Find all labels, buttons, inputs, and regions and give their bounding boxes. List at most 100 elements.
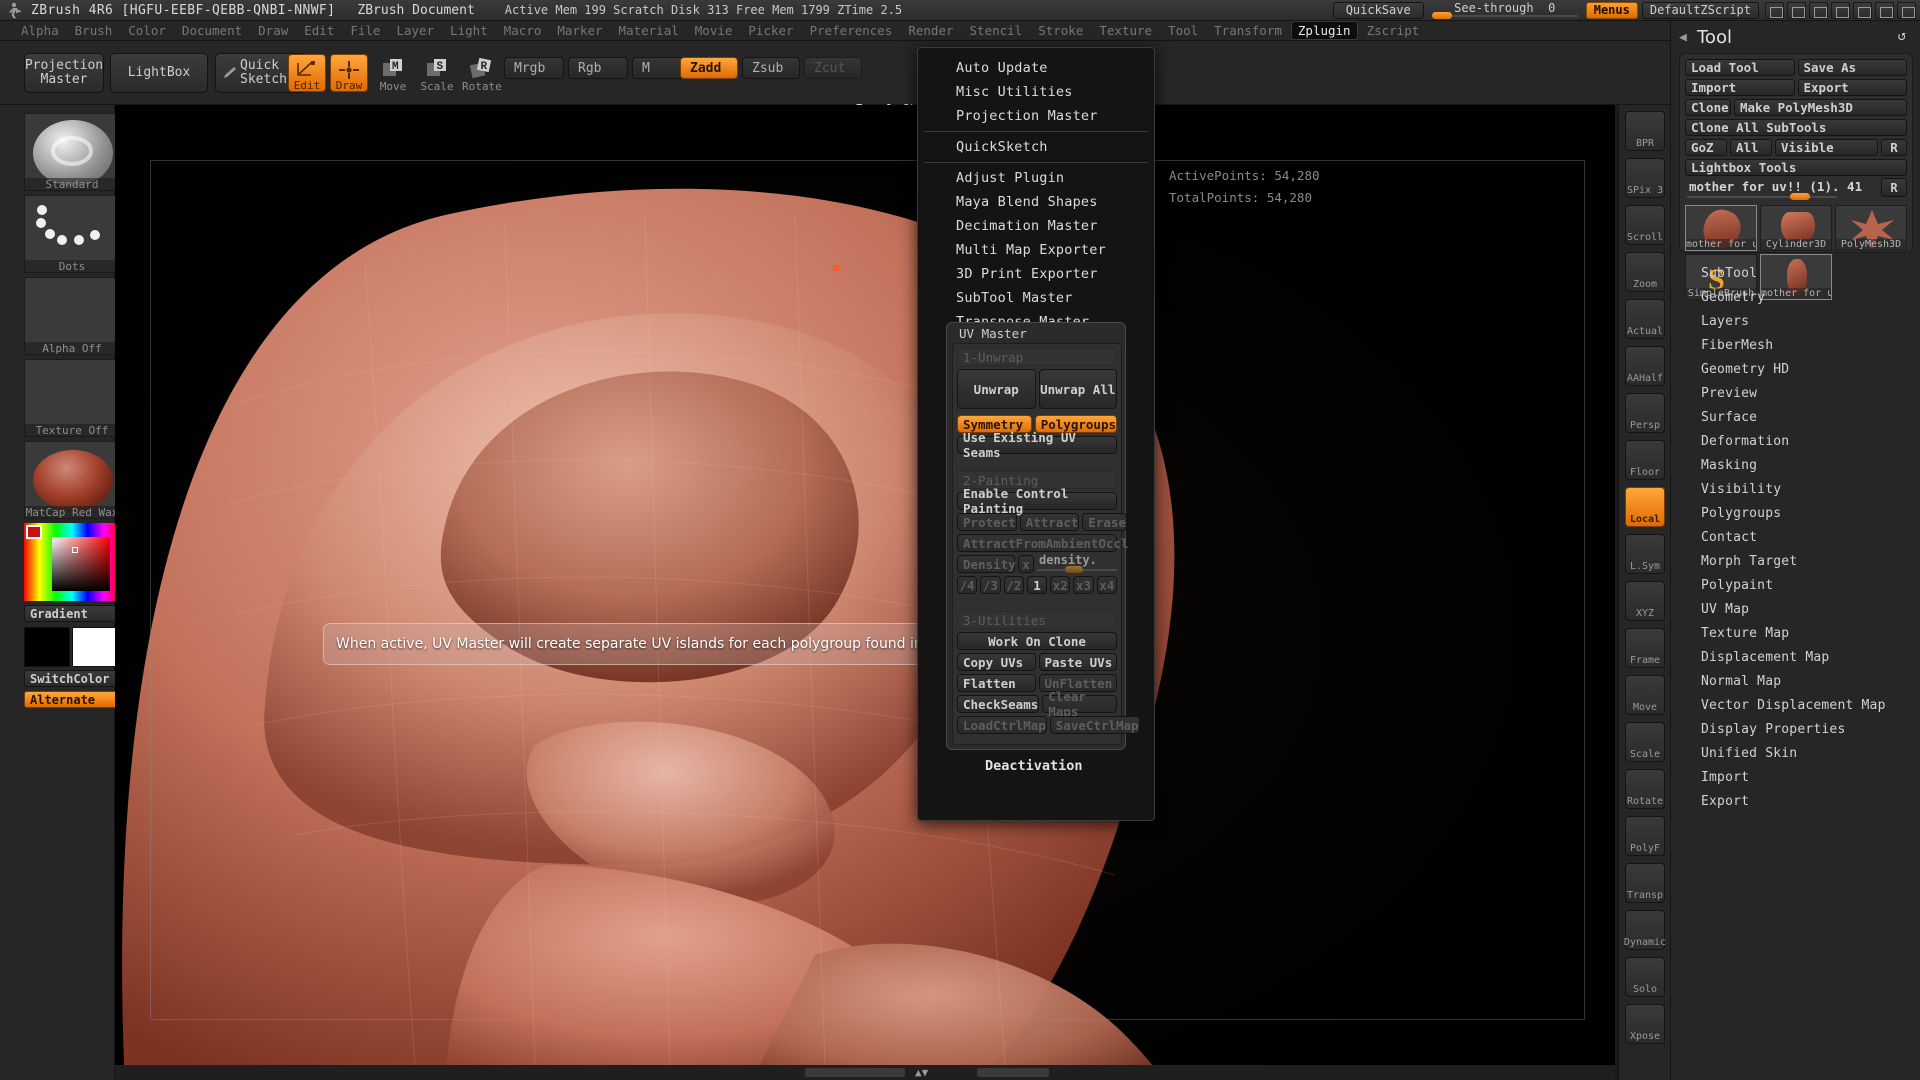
enable-control-painting-toggle[interactable]: Enable Control Painting: [957, 486, 1117, 516]
subpalette-normal-map[interactable]: Normal Map: [1671, 669, 1920, 693]
protect-button[interactable]: Protect: [957, 513, 1017, 531]
subpalette-vector-displacement-map[interactable]: Vector Displacement Map: [1671, 693, 1920, 717]
clone-all-subtools-button[interactable]: Clone All SubTools: [1685, 119, 1907, 136]
projection-master-button[interactable]: Projection Master: [24, 53, 104, 93]
draw-mode-button[interactable]: Draw: [330, 54, 368, 92]
current-tool-knob[interactable]: [1790, 193, 1810, 200]
menu-item-color[interactable]: Color: [121, 21, 173, 40]
save-as-button[interactable]: Save As: [1797, 59, 1907, 76]
brush-swatch[interactable]: Standard: [24, 113, 120, 191]
lightbox-tools-button[interactable]: Lightbox Tools: [1685, 159, 1907, 176]
color-cursor[interactable]: [72, 547, 78, 553]
material-swatch[interactable]: MatCap Red Wax: [24, 441, 120, 519]
right-shelf-transp[interactable]: Transp: [1625, 863, 1665, 903]
paste-uvs-button[interactable]: Paste UVs: [1038, 653, 1117, 671]
secondary-color-swatch[interactable]: [72, 627, 120, 667]
density-knob[interactable]: [1065, 566, 1083, 573]
zadd-button[interactable]: Zadd: [680, 57, 738, 79]
menu-item-stroke[interactable]: Stroke: [1031, 21, 1090, 40]
clone-button[interactable]: Clone: [1685, 99, 1731, 116]
zplugin-item-subtool-master[interactable]: SubTool Master: [918, 286, 1154, 310]
zsub-button[interactable]: Zsub: [742, 57, 800, 79]
export-button[interactable]: Export: [1797, 79, 1907, 96]
subpalette-export[interactable]: Export: [1671, 789, 1920, 813]
menu-item-document[interactable]: Document: [175, 21, 249, 40]
texture-swatch[interactable]: Texture Off: [24, 359, 120, 437]
menu-item-marker[interactable]: Marker: [550, 21, 609, 40]
zcut-button[interactable]: Zcut: [804, 57, 862, 79]
menu-item-picker[interactable]: Picker: [741, 21, 800, 40]
density-step-2[interactable]: /2: [1003, 576, 1024, 594]
right-shelf-spix-3[interactable]: SPix 3: [1625, 158, 1665, 198]
menu-item-tool[interactable]: Tool: [1161, 21, 1205, 40]
menu-item-preferences[interactable]: Preferences: [803, 21, 900, 40]
menu-item-layer[interactable]: Layer: [389, 21, 441, 40]
right-shelf-l-sym[interactable]: L.Sym: [1625, 534, 1665, 574]
menu-item-render[interactable]: Render: [901, 21, 960, 40]
subpalette-preview[interactable]: Preview: [1671, 381, 1920, 405]
subpalette-surface[interactable]: Surface: [1671, 405, 1920, 429]
right-shelf-aahalf[interactable]: AAHalf: [1625, 346, 1665, 386]
layout-icon-3[interactable]: [1809, 1, 1828, 19]
density-step-4[interactable]: /4: [957, 576, 978, 594]
menu-item-draw[interactable]: Draw: [251, 21, 295, 40]
right-shelf-frame[interactable]: Frame: [1625, 628, 1665, 668]
right-shelf-zoom[interactable]: Zoom: [1625, 252, 1665, 292]
right-shelf-scroll[interactable]: Scroll: [1625, 205, 1665, 245]
uv-master-panel[interactable]: UV Master 1-Unwrap Unwrap Unwrap All Sym…: [946, 322, 1140, 750]
right-shelf-xpose[interactable]: Xpose: [1625, 1004, 1665, 1044]
import-button[interactable]: Import: [1685, 79, 1795, 96]
right-shelf-solo[interactable]: Solo: [1625, 957, 1665, 997]
goz-button[interactable]: GoZ: [1685, 139, 1727, 156]
density-slider[interactable]: density.: [1037, 553, 1117, 573]
right-shelf-xyz[interactable]: XYZ: [1625, 581, 1665, 621]
horizontal-scrollbar[interactable]: ▲▼: [115, 1065, 1615, 1080]
right-shelf-actual[interactable]: Actual: [1625, 299, 1665, 339]
rgb-button[interactable]: Rgb: [568, 57, 628, 79]
document-canvas[interactable]: When active, UV Master will create separ…: [115, 105, 1615, 1065]
right-shelf-local[interactable]: Local: [1625, 487, 1665, 527]
zplugin-item-3d-print-exporter[interactable]: 3D Print Exporter: [918, 262, 1154, 286]
scale-mode-button[interactable]: S Scale: [418, 54, 456, 93]
zplugin-item-maya-blend-shapes[interactable]: Maya Blend Shapes: [918, 190, 1154, 214]
main-color-swatch[interactable]: [24, 627, 70, 667]
density-step-1[interactable]: 1: [1026, 576, 1048, 594]
subpalette-contact[interactable]: Contact: [1671, 525, 1920, 549]
zplugin-item-adjust-plugin[interactable]: Adjust Plugin: [918, 166, 1154, 190]
clear-maps-button[interactable]: Clear Maps: [1042, 689, 1117, 719]
density-step-x2[interactable]: x2: [1050, 576, 1071, 594]
gradient-button[interactable]: Gradient: [24, 605, 120, 622]
right-shelf-dynamic[interactable]: Dynamic: [1624, 910, 1666, 950]
zplugin-item-decimation-master[interactable]: Decimation Master: [918, 214, 1154, 238]
subpalette-morph-target[interactable]: Morph Target: [1671, 549, 1920, 573]
menu-item-file[interactable]: File: [343, 21, 387, 40]
see-through-knob[interactable]: [1431, 11, 1452, 19]
subpalette-displacement-map[interactable]: Displacement Map: [1671, 645, 1920, 669]
menu-item-brush[interactable]: Brush: [68, 21, 120, 40]
goz-visible-button[interactable]: Visible: [1775, 139, 1878, 156]
palette-collapse-icon[interactable]: ◀: [1679, 30, 1687, 45]
subpalette-layers[interactable]: Layers: [1671, 309, 1920, 333]
layout-icon-2[interactable]: [1787, 1, 1806, 19]
refresh-icon[interactable]: ↺: [1898, 28, 1906, 44]
zplugin-item-projection-master[interactable]: Projection Master: [918, 104, 1154, 128]
subpalette-subtool[interactable]: SubTool: [1671, 261, 1920, 285]
density-step-3[interactable]: /3: [980, 576, 1001, 594]
use-existing-uv-seams-toggle[interactable]: Use Existing UV Seams: [957, 430, 1117, 460]
goz-r-button[interactable]: R: [1881, 139, 1907, 156]
tool-thumbnail[interactable]: PolyMesh3D: [1835, 205, 1907, 251]
right-shelf-persp[interactable]: Persp: [1625, 393, 1665, 433]
switch-color-button[interactable]: SwitchColor: [24, 670, 120, 687]
color-picker[interactable]: [24, 523, 120, 601]
default-zscript-button[interactable]: DefaultZScript: [1641, 1, 1759, 19]
menu-item-alpha[interactable]: Alpha: [14, 21, 66, 40]
menu-item-zscript[interactable]: Zscript: [1360, 21, 1427, 40]
right-shelf-move[interactable]: Move: [1625, 675, 1665, 715]
scroll-arrows-icon[interactable]: ▲▼: [915, 1066, 928, 1079]
subpalette-display-properties[interactable]: Display Properties: [1671, 717, 1920, 741]
subpalette-geometry-hd[interactable]: Geometry HD: [1671, 357, 1920, 381]
deactivation-menu-item[interactable]: Deactivation: [985, 758, 1083, 774]
see-through-slider[interactable]: See-through 0: [1430, 0, 1580, 21]
tool-thumbnail[interactable]: Cylinder3D: [1760, 205, 1832, 251]
right-shelf-scale[interactable]: Scale: [1625, 722, 1665, 762]
